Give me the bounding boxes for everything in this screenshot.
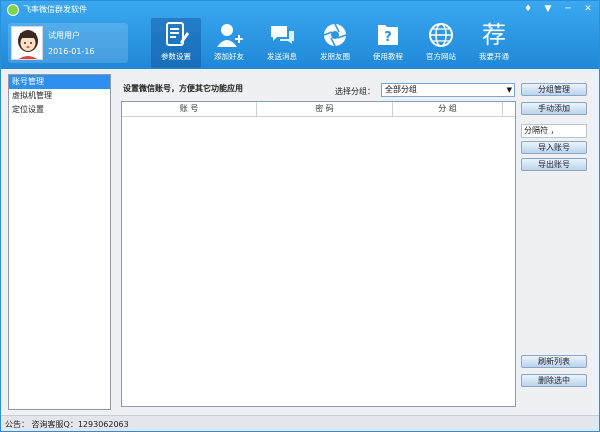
table-header: 账 号 密 码 分 组 xyxy=(122,102,515,117)
column-header-password[interactable]: 密 码 xyxy=(257,102,393,116)
window-controls: ♦ ▼ ─ ✕ xyxy=(521,3,595,16)
import-accounts-button[interactable]: 导入账号 xyxy=(521,141,587,154)
account-table: 账 号 密 码 分 组 xyxy=(121,101,516,407)
nav-label: 发送消息 xyxy=(267,52,297,61)
nav-label: 使用教程 xyxy=(373,52,403,61)
aperture-icon xyxy=(323,23,347,47)
nav-label: 我要开通 xyxy=(479,52,509,61)
group-select[interactable]: 全部分组 ▼ xyxy=(381,83,515,97)
title-bar: 飞率微信群发软件 ♦ ▼ ─ ✕ xyxy=(1,1,599,19)
avatar xyxy=(11,26,43,60)
nav-tutorial[interactable]: ? 使用教程 xyxy=(363,18,413,68)
refresh-list-button[interactable]: 刷新列表 xyxy=(521,355,587,368)
sidebar: 账号管理 虚拟机管理 定位设置 xyxy=(8,74,111,410)
group-manage-button[interactable]: 分组管理 xyxy=(521,83,587,96)
group-select-value: 全部分组 xyxy=(385,85,417,94)
header: 飞率微信群发软件 ♦ ▼ ─ ✕ 试用用户 2016-01-16 参数设置 添加… xyxy=(1,1,599,69)
nav-activate[interactable]: 荐 我要开通 xyxy=(469,18,519,68)
group-select-label: 选择分组： xyxy=(335,87,375,96)
status-bar: 公告： 咨询客服Q：1293062063 xyxy=(1,415,599,431)
wechat-logo-icon xyxy=(7,4,19,16)
user-card: 试用用户 2016-01-16 xyxy=(8,23,128,63)
nav-label: 添加好友 xyxy=(214,52,244,61)
help-doc-icon: ? xyxy=(378,25,398,45)
nav-website[interactable]: 官方网站 xyxy=(416,18,466,68)
announcement-text: 公告： 咨询客服Q：1293062063 xyxy=(5,420,129,429)
globe-icon xyxy=(429,23,453,47)
sidebar-item-vm-manage[interactable]: 虚拟机管理 xyxy=(9,89,110,103)
svg-text:?: ? xyxy=(384,30,392,45)
user-date: 2016-01-16 xyxy=(48,47,95,56)
recommend-char-icon: 荐 xyxy=(482,21,506,49)
user-name: 试用用户 xyxy=(48,31,80,40)
main-nav: 参数设置 添加好友 发送消息 发朋友圈 ? 使用教程 官方网站 荐 我要开通 xyxy=(151,18,522,68)
close-icon[interactable]: ✕ xyxy=(581,3,595,16)
export-accounts-button[interactable]: 导出账号 xyxy=(521,158,587,171)
column-header-account[interactable]: 账 号 xyxy=(122,102,257,116)
settings-doc-icon xyxy=(166,22,189,46)
add-user-icon xyxy=(217,24,243,47)
page-title: 设置微信账号，方便其它功能应用 xyxy=(123,84,243,93)
nav-label: 发朋友圈 xyxy=(320,52,350,61)
chat-icon xyxy=(271,26,294,44)
nav-send-message[interactable]: 发送消息 xyxy=(257,18,307,68)
nav-label: 官方网站 xyxy=(426,52,456,61)
app-window: 飞率微信群发软件 ♦ ▼ ─ ✕ 试用用户 2016-01-16 参数设置 添加… xyxy=(0,0,600,432)
sidebar-item-location[interactable]: 定位设置 xyxy=(9,103,110,117)
column-header-group[interactable]: 分 组 xyxy=(393,102,503,116)
dropdown-arrow-icon: ▼ xyxy=(506,86,512,94)
sidebar-item-account-manage[interactable]: 账号管理 xyxy=(9,75,110,89)
skin-icon[interactable]: ♦ xyxy=(521,3,535,16)
nav-add-friend[interactable]: 添加好友 xyxy=(204,18,254,68)
menu-icon[interactable]: ▼ xyxy=(541,3,555,16)
nav-moments[interactable]: 发朋友圈 xyxy=(310,18,360,68)
nav-label: 参数设置 xyxy=(161,52,191,61)
nav-settings[interactable]: 参数设置 xyxy=(151,18,201,68)
delete-selected-button[interactable]: 删除选中 xyxy=(521,374,587,387)
app-title: 飞率微信群发软件 xyxy=(23,5,87,14)
minimize-icon[interactable]: ─ xyxy=(561,3,575,16)
manual-add-button[interactable]: 手动添加 xyxy=(521,102,587,115)
separator-field[interactable]: 分隔符 ， xyxy=(521,124,587,138)
